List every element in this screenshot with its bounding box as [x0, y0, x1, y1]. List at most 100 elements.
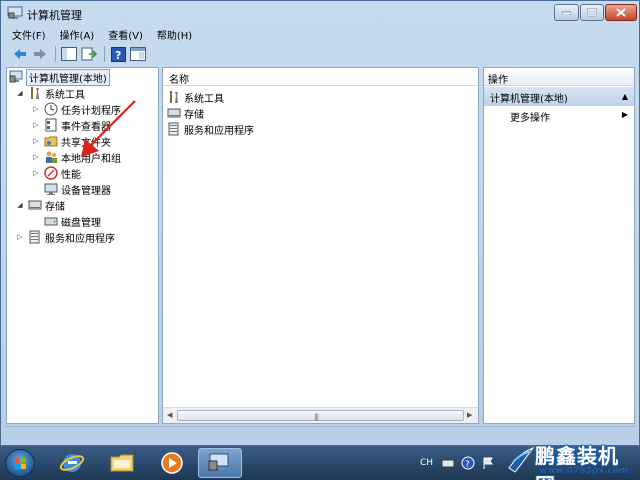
computer-management-icon: [9, 70, 23, 83]
details-list: 名称 系统工具 存储 服务和应用程序 ◀ ||| ▶: [162, 67, 479, 424]
tree-item-device-manager[interactable]: 设备管理器: [44, 181, 111, 197]
computer-management-icon: [208, 453, 229, 471]
keyboard-icon[interactable]: [441, 456, 455, 470]
windows-logo-icon: [15, 458, 26, 469]
tree-item-disk-management[interactable]: 磁盘管理: [44, 213, 101, 229]
actions-section-computer-management[interactable]: 计算机管理(本地) ▲: [484, 87, 634, 106]
storage-icon: [28, 200, 42, 210]
tree-item-label: 磁盘管理: [61, 217, 101, 229]
menu-bar: 文件(F) 操作(A) 查看(V) 帮助(H): [5, 25, 637, 43]
menu-action[interactable]: 操作(A): [53, 25, 102, 43]
tree-item-label: 设备管理器: [61, 185, 111, 197]
list-item-label: 系统工具: [184, 93, 224, 105]
collapse-up-icon[interactable]: ▲: [622, 92, 628, 101]
collapsed-icon[interactable]: ▷: [31, 120, 41, 130]
action-pane-icon: [130, 47, 146, 61]
forward-button[interactable]: [31, 45, 49, 63]
toolbar: ?: [5, 43, 637, 65]
title-bar[interactable]: 计算机管理: [1, 1, 639, 25]
collapsed-icon[interactable]: ▷: [15, 232, 25, 242]
tree-item-performance[interactable]: ▷ 性能: [31, 165, 81, 181]
list-item-services-apps[interactable]: 服务和应用程序: [167, 121, 254, 137]
menu-file[interactable]: 文件(F): [5, 25, 53, 43]
horizontal-scrollbar[interactable]: ◀ ||| ▶: [163, 407, 478, 423]
svg-text:?: ?: [465, 460, 470, 470]
taskbar-computer-management[interactable]: [198, 448, 242, 478]
media-player-icon: [161, 452, 183, 474]
window-title: 计算机管理: [27, 9, 82, 22]
console-tree-icon: [61, 47, 77, 61]
shared-folder-icon: [44, 136, 58, 147]
expanded-icon[interactable]: ◢: [15, 88, 25, 98]
clock-icon: [44, 102, 58, 116]
watermark: 鹏鑫装机网 www.0753px.com: [505, 440, 639, 480]
users-icon: [46, 151, 57, 163]
maximize-button[interactable]: [580, 4, 604, 21]
tree-item-storage[interactable]: ◢ 存储: [15, 197, 65, 213]
collapsed-icon[interactable]: ▷: [31, 152, 41, 162]
list-item-system-tools[interactable]: 系统工具: [167, 89, 224, 105]
action-center-flag-icon[interactable]: [481, 456, 495, 470]
folder-icon: [110, 454, 134, 472]
menu-view[interactable]: 查看(V): [101, 25, 150, 43]
help-icon: ?: [110, 46, 126, 62]
collapsed-icon[interactable]: ▷: [31, 136, 41, 146]
maximize-icon: [587, 8, 597, 17]
close-icon: [616, 8, 626, 17]
computer-management-window: 计算机管理 文件(F) 操作(A) 查看(V) 帮助(H) ? 计算机管理(本地…: [0, 0, 640, 446]
close-button[interactable]: [605, 4, 637, 21]
expanded-icon[interactable]: ◢: [15, 200, 25, 210]
language-indicator[interactable]: CH: [420, 458, 433, 468]
list-item-storage[interactable]: 存储: [167, 105, 204, 121]
forward-arrow-icon: [34, 49, 46, 59]
red-annotation-arrow: [81, 100, 136, 157]
scroll-left-icon[interactable]: ◀: [167, 411, 172, 419]
watermark-url: www.0753px.com: [539, 466, 629, 476]
watermark-logo-icon: [508, 446, 535, 473]
back-arrow-icon: [14, 49, 26, 59]
tree-item-label: 性能: [61, 169, 81, 181]
services-icon: [29, 230, 40, 244]
more-actions-link[interactable]: 更多操作: [510, 109, 550, 124]
scroll-right-icon[interactable]: ▶: [467, 411, 472, 419]
minimize-button[interactable]: [554, 4, 579, 21]
collapsed-icon[interactable]: ▷: [31, 104, 41, 114]
disk-icon: [44, 217, 58, 226]
taskbar-explorer[interactable]: [100, 448, 144, 478]
actions-header: 操作: [484, 68, 634, 86]
event-log-icon: [45, 118, 57, 132]
column-header-name[interactable]: 名称: [163, 68, 478, 86]
back-button[interactable]: [11, 45, 29, 63]
tree-item-label: 服务和应用程序: [45, 233, 115, 245]
tree-item-root[interactable]: 计算机管理(本地): [9, 68, 110, 86]
tools-icon: [170, 91, 178, 103]
minimize-icon: [562, 11, 571, 15]
list-item-label: 服务和应用程序: [184, 125, 254, 137]
scrollbar-thumb[interactable]: |||: [177, 410, 464, 421]
tree-item-label: 计算机管理(本地): [26, 68, 110, 86]
actions-pane: 操作 计算机管理(本地) ▲ 更多操作 ▶: [483, 67, 635, 424]
taskbar-media-player[interactable]: [150, 448, 194, 478]
toolbar-separator: [55, 46, 56, 62]
toolbar-separator: [104, 46, 105, 62]
system-tray: CH ?: [420, 446, 501, 480]
show-hide-console-tree-button[interactable]: [60, 45, 78, 63]
submenu-arrow-icon: ▶: [621, 110, 628, 119]
actions-section-label: 计算机管理(本地): [490, 94, 568, 105]
computer-management-icon: [7, 6, 23, 19]
tools-icon: [31, 87, 39, 99]
collapsed-icon[interactable]: ▷: [31, 168, 41, 178]
show-hide-action-pane-button[interactable]: [129, 45, 147, 63]
taskbar-ie[interactable]: [50, 448, 94, 478]
start-button[interactable]: [5, 449, 35, 477]
internet-explorer-icon: [59, 454, 85, 472]
export-icon: [81, 47, 97, 61]
help-icon[interactable]: ?: [461, 456, 475, 470]
tree-item-label: 存储: [45, 201, 65, 213]
device-manager-icon: [44, 183, 58, 195]
help-button[interactable]: ?: [109, 45, 127, 63]
tree-item-services-apps[interactable]: ▷ 服务和应用程序: [15, 229, 115, 245]
export-list-button[interactable]: [80, 45, 98, 63]
svg-text:?: ?: [115, 49, 121, 62]
menu-help[interactable]: 帮助(H): [150, 25, 199, 43]
